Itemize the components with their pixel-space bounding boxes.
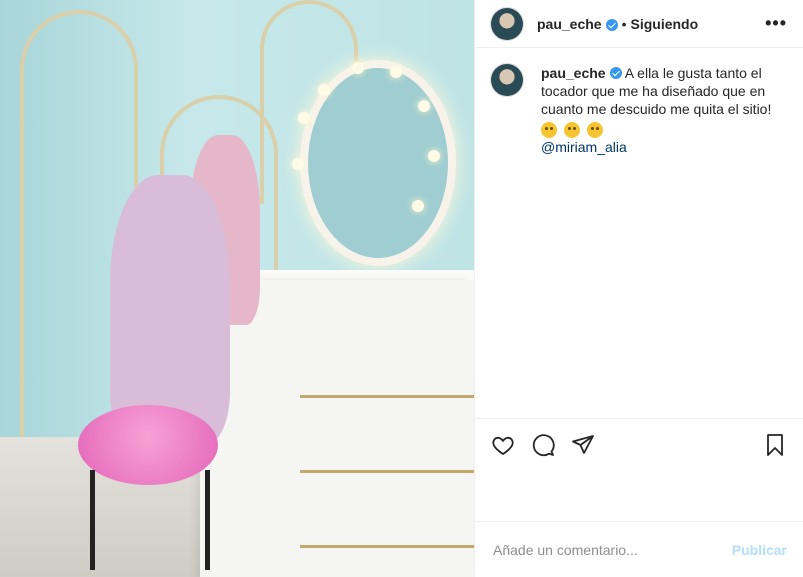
post-photo[interactable] [0, 0, 474, 577]
caption-emojis [541, 122, 785, 138]
photo-bulb [352, 62, 364, 74]
rolling-laughing-emoji-icon [587, 122, 603, 138]
photo-gold-trim [300, 395, 474, 398]
caption-mention[interactable]: @miriam_alia [541, 138, 785, 156]
photo-bulb [428, 150, 440, 162]
photo-person-seated [110, 175, 230, 445]
photo-stool [78, 405, 218, 485]
publish-button[interactable]: Publicar [732, 542, 787, 558]
post-caption: pau_eche A ella le gusta tanto el tocado… [475, 48, 803, 172]
caption-avatar[interactable] [491, 64, 523, 96]
photo-stool-leg [90, 470, 95, 570]
caption-username[interactable]: pau_eche [541, 65, 606, 81]
comment-icon[interactable] [531, 433, 555, 457]
photo-gold-trim [300, 470, 474, 473]
photo-stool-leg [205, 470, 210, 570]
post-actions [475, 418, 803, 470]
photo-bulb [412, 200, 424, 212]
post-header: pau_eche • Siguiendo ••• [475, 0, 803, 48]
header-separator: • [621, 15, 627, 32]
bookmark-icon[interactable] [763, 433, 787, 457]
verified-badge-icon [605, 18, 618, 31]
share-icon[interactable] [571, 433, 595, 457]
photo-gold-trim [300, 545, 474, 548]
comment-input[interactable] [491, 540, 732, 559]
photo-bulb [418, 100, 430, 112]
photo-bulb [390, 66, 402, 78]
smiling-face-emoji-icon [541, 122, 557, 138]
verified-badge-icon [609, 67, 622, 79]
grinning-face-emoji-icon [564, 122, 580, 138]
post-side-panel: pau_eche • Siguiendo ••• pau_eche A ella… [474, 0, 803, 577]
header-username[interactable]: pau_eche [537, 16, 602, 32]
photo-bulb [318, 84, 330, 96]
more-options-icon[interactable]: ••• [765, 13, 787, 34]
heart-icon[interactable] [491, 433, 515, 457]
photo-bulb [292, 158, 304, 170]
caption-text-block: pau_eche A ella le gusta tanto el tocado… [541, 64, 785, 156]
follow-button[interactable]: Siguiendo [631, 16, 699, 32]
instagram-post: pau_eche • Siguiendo ••• pau_eche A ella… [0, 0, 803, 577]
photo-bulb [298, 112, 310, 124]
avatar[interactable] [491, 7, 523, 40]
comment-box: Publicar [475, 521, 803, 577]
